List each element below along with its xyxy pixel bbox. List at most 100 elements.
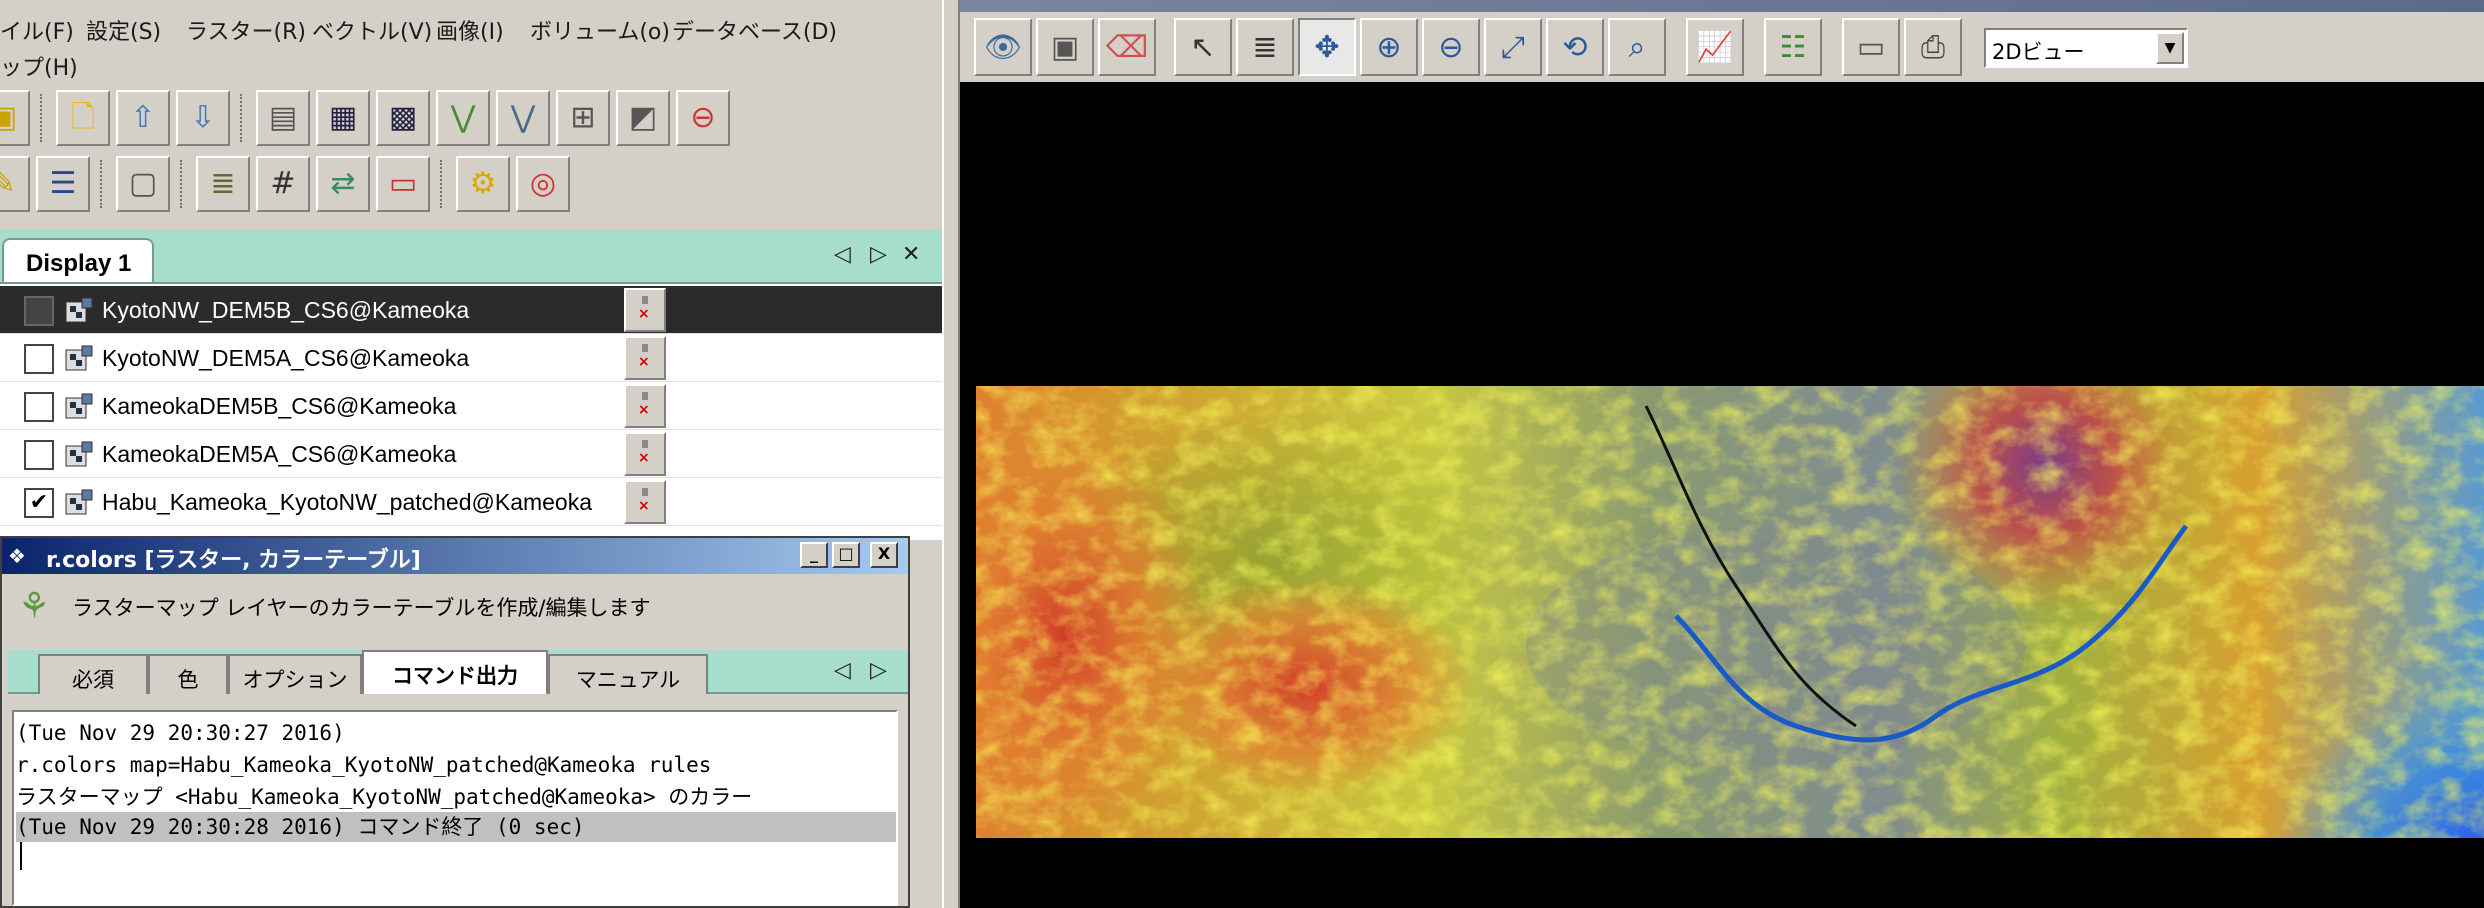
tab-prev-icon[interactable]: ◁ xyxy=(834,658,851,683)
pointer-button[interactable]: ↖ xyxy=(1174,18,1232,76)
output-line: ラスターマップ <Habu_Kameoka_KyotoNW_patched@Ka… xyxy=(16,785,753,809)
chevron-down-icon[interactable]: ▼ xyxy=(2156,32,2184,64)
load-workspace-button[interactable]: ⇧ xyxy=(116,90,170,146)
add-overlay-button[interactable]: ◩ xyxy=(616,90,670,146)
erase-button[interactable]: ⌫ xyxy=(1098,18,1156,76)
tab-manual[interactable]: マニュアル xyxy=(548,654,708,694)
add-raster-icon: ▦ xyxy=(328,100,358,135)
close-button[interactable]: X xyxy=(870,542,898,568)
menu-bar: イル(F) 設定(S) ラスター(R) ベクトル(V) 画像(I) ボリューム(… xyxy=(0,10,942,81)
map-display-button[interactable]: ▢ xyxy=(116,156,170,212)
georectify-button[interactable]: # xyxy=(256,156,310,212)
modeler-button[interactable]: ⇄ xyxy=(316,156,370,212)
tab-prev-icon[interactable]: ◁ xyxy=(834,242,851,267)
zoom-options-button[interactable]: ⌕ xyxy=(1608,18,1666,76)
toolbar-grip xyxy=(180,160,186,208)
menu-volume[interactable]: ボリューム(o) xyxy=(530,14,670,46)
tab-options[interactable]: オプション xyxy=(228,654,362,694)
dialog-title-bar[interactable]: r.colors [ラスター, カラーテーブル] xyxy=(2,538,908,574)
tab-color[interactable]: 色 xyxy=(148,654,228,694)
map-canvas[interactable] xyxy=(976,386,2484,838)
query-button[interactable]: ≣ xyxy=(1236,18,1294,76)
lifebuoy-icon: ◎ xyxy=(529,166,557,201)
add-vector-button[interactable]: ⋁ xyxy=(436,90,490,146)
add-vector-misc-button[interactable]: ⋁ xyxy=(496,90,550,146)
preferences-button[interactable]: ⚙ xyxy=(456,156,510,212)
layer-checkbox[interactable]: ✔ xyxy=(24,488,54,518)
menu-database[interactable]: データベース(D) xyxy=(672,14,837,46)
toolbar-tools: ✎ ☰ ▢ ≣ # ⇄ ▭ ⚙ ◎ xyxy=(0,152,600,216)
layer-properties-button[interactable]: × xyxy=(624,288,666,332)
add-map-layers-button[interactable]: ▤ xyxy=(256,90,310,146)
help-button[interactable]: ◎ xyxy=(516,156,570,212)
gcp-icon: ≣ xyxy=(210,166,236,201)
remove-layer-button[interactable]: ⊖ xyxy=(676,90,730,146)
toolbar-grip xyxy=(100,160,106,208)
add-raster-button[interactable]: ▦ xyxy=(316,90,370,146)
upload-arrow-icon: ⇧ xyxy=(130,100,156,135)
remove-small-icon: × xyxy=(638,402,650,418)
layer-checkbox[interactable] xyxy=(24,296,54,326)
layer-checkbox[interactable] xyxy=(24,392,54,422)
new-display-button[interactable]: ▣ xyxy=(0,90,30,146)
new-workspace-button[interactable]: 🗋 xyxy=(56,90,110,146)
menu-settings[interactable]: 設定(S) xyxy=(86,14,161,46)
map-toolbar: 👁 ▣ ⌫ ↖ ≣ ✥ ⊕ ⊖ ⤢ ⟲ ⌕ 📈 ☷ ▭ ⎙ 2Dビュー ▼ xyxy=(960,12,2484,82)
maximize-button[interactable]: □ xyxy=(832,542,860,568)
close-icon[interactable]: ✕ xyxy=(902,242,920,267)
attribute-table-button[interactable]: ☰ xyxy=(36,156,90,212)
tab-next-icon[interactable]: ▷ xyxy=(870,242,887,267)
toolbar-grip xyxy=(440,160,446,208)
zoom-extent-button[interactable]: ⤢ xyxy=(1484,18,1542,76)
layer-properties-button[interactable]: × xyxy=(624,432,666,476)
menu-file[interactable]: イル(F) xyxy=(0,14,74,46)
print-button[interactable]: ⎙ xyxy=(1904,18,1962,76)
remove-layer-icon: ⊖ xyxy=(690,100,716,135)
minimize-button[interactable]: _ xyxy=(800,542,828,568)
add-group-button[interactable]: ⊞ xyxy=(556,90,610,146)
add-overlay-button[interactable]: ☷ xyxy=(1764,18,1822,76)
menu-vector[interactable]: ベクトル(V) xyxy=(312,14,432,46)
edit-vector-button[interactable]: ✎ xyxy=(0,156,30,212)
render-map-button[interactable]: ▣ xyxy=(1036,18,1094,76)
save-workspace-button[interactable]: ⇩ xyxy=(176,90,230,146)
gcp-manager-button[interactable]: ≣ xyxy=(196,156,250,212)
raster-layer-icon xyxy=(64,344,94,374)
cartographic-composer-button[interactable]: ▭ xyxy=(376,156,430,212)
grass-logo-icon: ❖ xyxy=(8,544,26,568)
layer-row[interactable]: ✔ Habu_Kameoka_KyotoNW_patched@Kameoka × xyxy=(0,478,942,526)
pan-button[interactable]: ✥ xyxy=(1298,18,1356,76)
layer-properties-button[interactable]: × xyxy=(624,384,666,428)
layer-properties-button[interactable]: × xyxy=(624,480,666,524)
zoom-out-button[interactable]: ⊖ xyxy=(1422,18,1480,76)
layer-row[interactable]: KyotoNW_DEM5A_CS6@Kameoka × xyxy=(0,334,942,382)
menu-help[interactable]: ップ(H) xyxy=(0,50,78,82)
view-mode-select[interactable]: 2Dビュー ▼ xyxy=(1984,28,2188,68)
layer-checkbox[interactable] xyxy=(24,440,54,470)
toolbar-grip xyxy=(240,94,246,142)
tab-display-1[interactable]: Display 1 xyxy=(2,238,154,284)
tab-next-icon[interactable]: ▷ xyxy=(870,658,887,683)
layer-checkbox[interactable] xyxy=(24,344,54,374)
tab-required[interactable]: 必須 xyxy=(38,654,148,694)
display-map-button[interactable]: 👁 xyxy=(974,18,1032,76)
layer-row[interactable]: KameokaDEM5A_CS6@Kameoka × xyxy=(0,430,942,478)
layer-name: KameokaDEM5A_CS6@Kameoka xyxy=(102,441,457,467)
panel-splitter[interactable] xyxy=(942,0,960,908)
layer-manager-panel: イル(F) 設定(S) ラスター(R) ベクトル(V) 画像(I) ボリューム(… xyxy=(0,0,942,908)
menu-raster[interactable]: ラスター(R) xyxy=(186,14,306,46)
layer-properties-button[interactable]: × xyxy=(624,336,666,380)
layer-tree: KyotoNW_DEM5B_CS6@Kameoka × KyotoNW_DEM5A_… xyxy=(0,282,942,540)
map-window-title-bar[interactable] xyxy=(960,0,2484,12)
add-raster-misc-button[interactable]: ▩ xyxy=(376,90,430,146)
save-display-button[interactable]: ▭ xyxy=(1842,18,1900,76)
tab-command-output[interactable]: コマンド出力 xyxy=(362,650,548,694)
analyze-button[interactable]: 📈 xyxy=(1686,18,1744,76)
legend-icon: ☷ xyxy=(1779,29,1807,65)
layer-row[interactable]: KameokaDEM5B_CS6@Kameoka × xyxy=(0,382,942,430)
command-output-area[interactable]: (Tue Nov 29 20:30:27 2016) r.colors map=… xyxy=(12,710,898,906)
zoom-back-button[interactable]: ⟲ xyxy=(1546,18,1604,76)
layer-row[interactable]: KyotoNW_DEM5B_CS6@Kameoka × xyxy=(0,286,942,334)
menu-imagery[interactable]: 画像(I) xyxy=(436,14,504,46)
zoom-in-button[interactable]: ⊕ xyxy=(1360,18,1418,76)
